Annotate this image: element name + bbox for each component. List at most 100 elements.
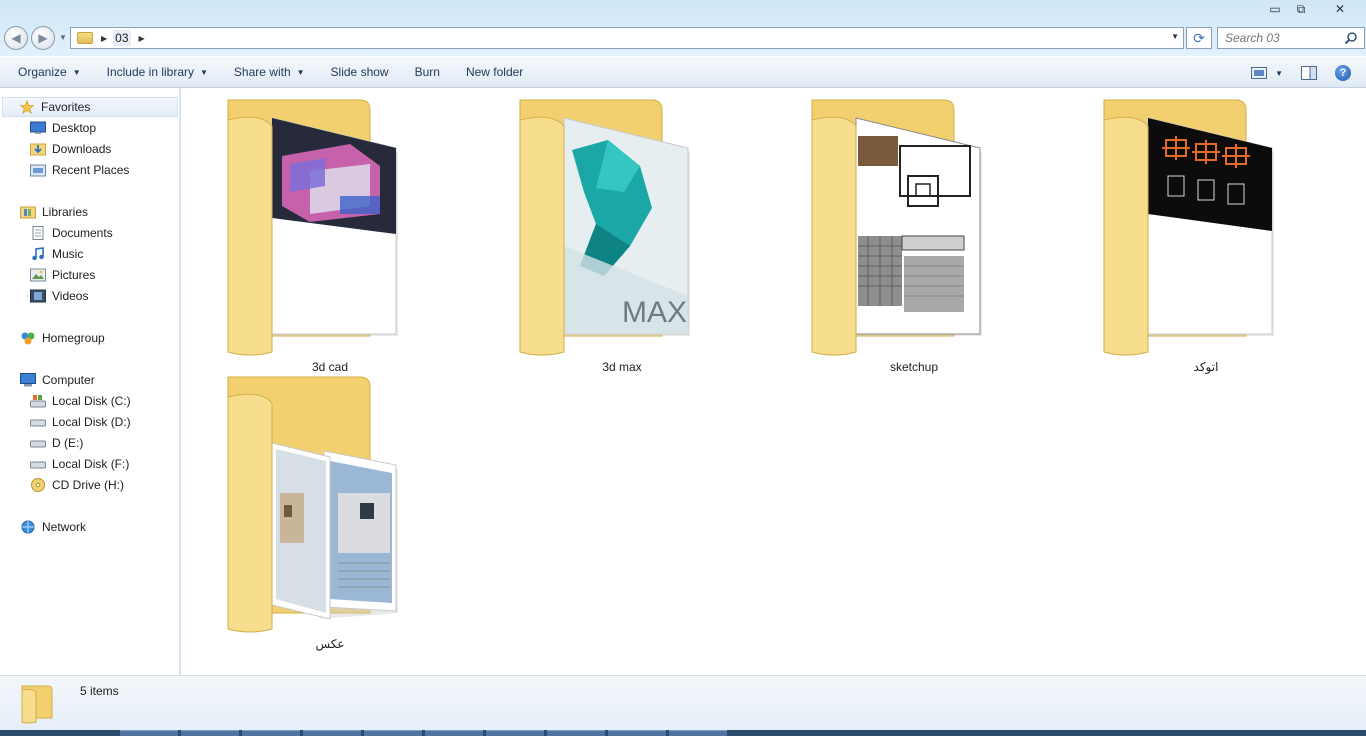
burn-button[interactable]: Burn	[403, 57, 454, 87]
cd-drive-icon	[31, 478, 45, 492]
taskbar-button[interactable]	[120, 730, 178, 736]
new-folder-button[interactable]: New folder	[454, 57, 537, 87]
taskbar-button[interactable]	[303, 730, 361, 736]
sidebar-item-cd-drive[interactable]: CD Drive (H:)	[30, 475, 124, 495]
sidebar-label: Local Disk (F:)	[52, 457, 130, 471]
folder-item[interactable]: 3d cad	[220, 96, 440, 376]
recent-pages-dropdown[interactable]: ▼	[59, 33, 67, 42]
sidebar-item-videos[interactable]: Videos	[30, 286, 88, 306]
slide-show-button[interactable]: Slide show	[319, 57, 403, 87]
sidebar-label: Local Disk (D:)	[52, 415, 131, 429]
folder-item[interactable]: عکس	[220, 373, 440, 653]
sidebar-label: Pictures	[52, 268, 96, 282]
sidebar-item-music[interactable]: Music	[30, 244, 83, 264]
taskbar-button[interactable]	[669, 730, 727, 736]
forward-arrow-icon: ▶	[38, 31, 48, 45]
folder-name: sketchup	[889, 360, 939, 374]
back-button[interactable]: ◀	[4, 26, 28, 50]
sidebar-label: Downloads	[52, 142, 112, 156]
sidebar-label: Local Disk (C:)	[52, 394, 131, 408]
taskbar-button[interactable]	[486, 730, 544, 736]
chevron-right-icon[interactable]: ▶	[101, 34, 107, 43]
address-bar[interactable]: ▶ 03 ▶ ▼	[70, 27, 1184, 49]
sidebar-item-recent-places[interactable]: Recent Places	[30, 160, 129, 180]
file-list: 3d cad MAX 3d max sketchup اتوکد عکس	[181, 88, 1366, 675]
sidebar-item-homegroup[interactable]: Homegroup	[20, 328, 105, 348]
taskbar-button[interactable]	[608, 730, 666, 736]
back-arrow-icon: ◀	[11, 31, 21, 45]
breadcrumb-current[interactable]: 03	[113, 30, 131, 46]
search-icon[interactable]	[1344, 31, 1358, 45]
sidebar-label: CD Drive (H:)	[52, 478, 124, 492]
taskbar-button[interactable]	[181, 730, 239, 736]
sidebar-item-disk-e[interactable]: D (E:)	[30, 433, 83, 453]
sidebar-item-disk-f[interactable]: Local Disk (F:)	[30, 454, 129, 474]
organize-label: Organize	[18, 65, 67, 79]
pictures-icon	[30, 268, 46, 282]
sidebar-item-libraries[interactable]: Libraries	[20, 202, 88, 222]
preview-pane-icon[interactable]	[1301, 66, 1317, 80]
music-note-icon	[32, 247, 44, 261]
folder-item[interactable]: MAX 3d max	[512, 96, 732, 376]
sidebar-label: Libraries	[42, 205, 89, 219]
sidebar-item-computer[interactable]: Computer	[20, 370, 95, 390]
refresh-icon: ⟳	[1193, 29, 1205, 46]
folder-thumbnail-icon: MAX	[519, 99, 690, 356]
taskbar	[0, 730, 1366, 736]
sidebar-label: Desktop	[52, 121, 97, 135]
sidebar-item-favorites[interactable]: Favorites	[2, 97, 178, 117]
share-with-label: Share with	[233, 65, 291, 79]
command-bar: Organize ▼ Include in library ▼ Share wi…	[0, 56, 1366, 88]
include-in-library-label: Include in library	[106, 65, 194, 79]
details-pane: 5 items	[0, 675, 1366, 730]
sidebar-item-documents[interactable]: Documents	[30, 223, 113, 243]
search-box[interactable]	[1217, 27, 1365, 49]
share-with-button[interactable]: Share with ▼	[222, 57, 319, 87]
refresh-button[interactable]: ⟳	[1186, 27, 1212, 49]
sidebar-item-disk-d[interactable]: Local Disk (D:)	[30, 412, 131, 432]
address-dropdown-icon[interactable]: ▼	[1171, 32, 1179, 41]
desktop-icon	[30, 121, 46, 134]
sidebar-label: Music	[52, 247, 84, 261]
sidebar-label: D (E:)	[52, 436, 84, 450]
view-options-dropdown[interactable]: ▼	[1275, 69, 1283, 78]
maximize-button[interactable]: ⧉	[1288, 0, 1314, 18]
organize-button[interactable]: Organize ▼	[0, 57, 95, 87]
folder-thumbnail-icon	[227, 99, 398, 356]
sidebar-label: Homegroup	[42, 331, 105, 345]
folder-item[interactable]: sketchup	[804, 96, 1024, 376]
sidebar-item-disk-c[interactable]: Local Disk (C:)	[30, 391, 131, 411]
chevron-right-icon[interactable]: ▶	[139, 34, 145, 43]
search-input[interactable]	[1225, 31, 1345, 45]
hard-drive-icon	[30, 461, 46, 469]
folder-item[interactable]: اتوکد	[1096, 96, 1316, 376]
taskbar-button[interactable]	[364, 730, 422, 736]
minimize-button[interactable]: ▭	[1262, 0, 1288, 18]
hard-drive-icon	[30, 419, 46, 427]
sidebar-item-pictures[interactable]: Pictures	[30, 265, 95, 285]
taskbar-button[interactable]	[242, 730, 300, 736]
forward-button[interactable]: ▶	[31, 26, 55, 50]
taskbar-button[interactable]	[547, 730, 605, 736]
folder-thumbnail-icon	[227, 376, 398, 633]
sidebar-item-network[interactable]: Network	[20, 517, 86, 537]
taskbar-button[interactable]	[425, 730, 483, 736]
homegroup-icon	[21, 332, 35, 345]
sidebar-item-downloads[interactable]: Downloads	[30, 139, 111, 159]
max-logo-text: MAX	[622, 296, 687, 329]
computer-icon	[20, 373, 36, 387]
sidebar-item-desktop[interactable]: Desktop	[30, 118, 96, 138]
window-title-bar: ▭ ⧉ ✕ ◀ ▶ ▼ ▶ 03 ▶ ▼ ⟳	[0, 0, 1366, 56]
help-icon[interactable]: ?	[1335, 65, 1351, 81]
include-in-library-button[interactable]: Include in library ▼	[95, 57, 222, 87]
change-view-icon[interactable]	[1251, 66, 1268, 80]
folder-name: 3d cad	[311, 360, 349, 374]
sidebar-label: Computer	[42, 373, 95, 387]
folder-name: 3d max	[602, 360, 642, 374]
sidebar-label: Videos	[52, 289, 89, 303]
hard-drive-icon	[30, 440, 46, 448]
close-button[interactable]: ✕	[1322, 0, 1358, 18]
folder-icon	[77, 32, 93, 44]
system-drive-icon	[30, 395, 46, 408]
folder-icon	[21, 685, 53, 724]
